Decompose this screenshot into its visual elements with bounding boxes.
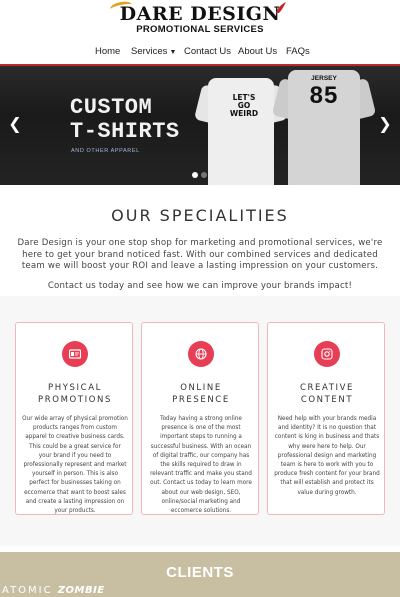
specialities-intro: Dare Design is your one stop shop for ma…: [17, 238, 383, 271]
card-physical-promotions: PHYSICAL PROMOTIONS Our wide array of ph…: [15, 322, 133, 515]
hero-title-line1: CUSTOM: [70, 95, 153, 120]
brand-logo[interactable]: Dare Design PROMOTIONAL SERVICES: [109, 0, 286, 36]
instagram-icon: [321, 348, 333, 360]
clients-title: CLIENTS: [166, 564, 234, 581]
main-nav: Home Services ▼ Contact Us About Us FAQs: [0, 44, 400, 62]
hero-title: CUSTOM T-SHIRTS: [70, 96, 210, 144]
chevron-right-icon[interactable]: ❯: [378, 116, 392, 132]
hero-subtitle: AND OTHER APPAREL: [71, 148, 140, 154]
card-icon-badge: [314, 341, 340, 367]
site-header: Dare Design PROMOTIONAL SERVICES Home Se…: [0, 0, 400, 64]
nav-item-about-us[interactable]: About Us: [238, 46, 277, 57]
card-title-line2: PROMOTIONS: [38, 395, 112, 405]
client-logo-word2: ZOMBIE: [57, 585, 105, 596]
client-logo-word1: ATOMIC: [2, 585, 53, 596]
brand-tagline: PROMOTIONAL SERVICES: [136, 24, 264, 35]
nav-item-contact-us[interactable]: Contact Us: [184, 46, 231, 57]
chevron-down-icon: ▼: [169, 49, 177, 56]
hero-slider: CUSTOM T-SHIRTS AND OTHER APPAREL LET'S …: [0, 64, 400, 185]
hero-title-line2: T-SHIRTS: [70, 119, 180, 144]
specialities-cta: Contact us today and see how we can impr…: [47, 281, 353, 291]
specialities-title: OUR SPECIALITIES: [111, 206, 289, 225]
jersey-number: 85: [309, 82, 339, 109]
card-text: Today having a strong online presence is…: [150, 416, 252, 515]
clients-section: CLIENTS ATOMIC ZOMBIE: [0, 552, 400, 597]
devil-horn-icon: [276, 2, 286, 13]
id-card-icon: [69, 349, 81, 359]
slider-dot-1[interactable]: [192, 172, 198, 178]
card-title-line1: ONLINE: [180, 383, 222, 393]
card-title-line2: PRESENCE: [172, 395, 230, 405]
white-shirt-print: LET'S GO WEIRD: [229, 93, 259, 118]
nav-item-home[interactable]: Home: [95, 46, 120, 57]
nav-item-services-label: Services: [131, 46, 168, 57]
globe-icon: [195, 348, 207, 360]
card-title: PHYSICAL PROMOTIONS: [16, 382, 134, 406]
card-title-line1: CREATIVE: [299, 383, 355, 393]
card-title-line2: CONTENT: [300, 395, 354, 405]
card-icon-badge: [188, 341, 214, 367]
card-icon-badge: [62, 341, 88, 367]
client-logo-atomic-zombie[interactable]: ATOMIC ZOMBIE: [2, 585, 105, 596]
slider-dot-2[interactable]: [201, 172, 207, 178]
chevron-left-icon[interactable]: ❮: [8, 116, 22, 132]
nav-item-services[interactable]: Services ▼: [131, 46, 176, 57]
card-text: Our wide array of physical promotion pro…: [22, 416, 128, 515]
card-title-line1: PHYSICAL: [48, 383, 102, 393]
jersey-label: JERSEY: [311, 75, 337, 82]
card-online-presence: ONLINE PRESENCE Today having a strong on…: [141, 322, 259, 515]
slider-dots: [192, 172, 212, 178]
brand-name: Dare Design: [119, 3, 281, 25]
card-title: CREATIVE CONTENT: [268, 382, 386, 406]
nav-item-faqs[interactable]: FAQs: [286, 46, 310, 57]
card-text: Need help with your brands media and ide…: [274, 416, 380, 496]
card-creative-content: CREATIVE CONTENT Need help with your bra…: [267, 322, 385, 515]
card-title: ONLINE PRESENCE: [142, 382, 260, 406]
